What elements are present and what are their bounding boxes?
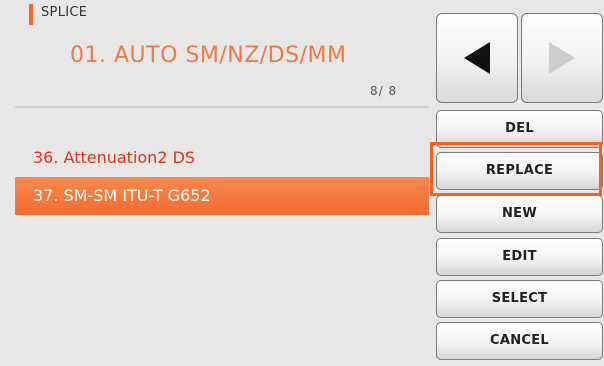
list-item-selected[interactable]: 37. SM-SM ITU-T G652 xyxy=(15,177,429,215)
edit-button[interactable]: EDIT xyxy=(436,238,603,276)
mode-title: 01. AUTO SM/NZ/DS/MM xyxy=(70,43,347,68)
new-button[interactable]: NEW xyxy=(436,195,603,233)
cancel-button[interactable]: CANCEL xyxy=(436,322,603,360)
triangle-left-icon xyxy=(464,42,490,74)
list-item[interactable]: 36. Attenuation2 DS xyxy=(15,139,429,177)
section-title: SPLICE xyxy=(41,5,88,20)
splice-mode-list: 36. Attenuation2 DS 37. SM-SM ITU-T G652 xyxy=(15,139,429,215)
select-button[interactable]: SELECT xyxy=(436,280,603,318)
divider xyxy=(15,106,429,108)
next-page-button[interactable] xyxy=(521,13,603,103)
prev-page-button[interactable] xyxy=(436,13,518,103)
page-counter: 8/ 8 xyxy=(370,84,398,98)
replace-button[interactable]: REPLACE xyxy=(436,152,603,190)
triangle-right-icon xyxy=(549,42,575,74)
accent-bar xyxy=(29,4,33,25)
del-button[interactable]: DEL xyxy=(436,110,603,148)
splice-screen: SPLICE 01. AUTO SM/NZ/DS/MM 8/ 8 36. Att… xyxy=(0,0,604,366)
